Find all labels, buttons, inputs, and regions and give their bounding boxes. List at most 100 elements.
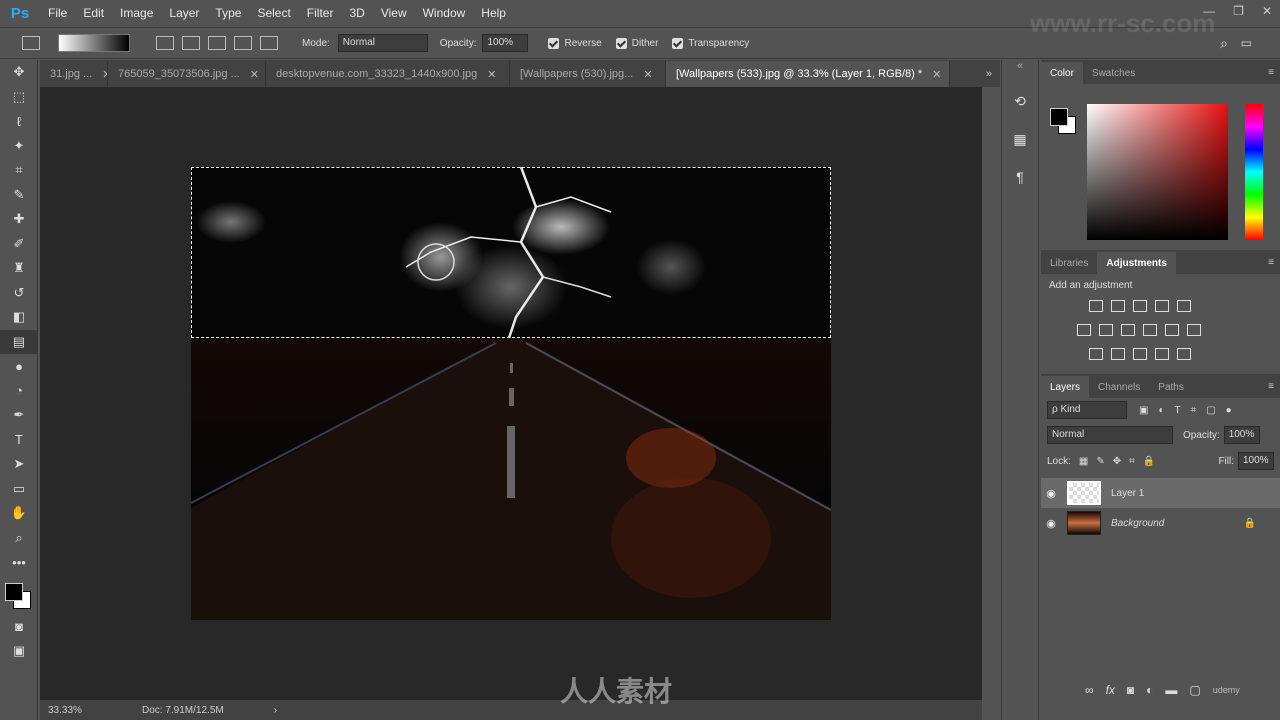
blur-tool-icon[interactable]: ● bbox=[0, 354, 38, 379]
adjustment-layer-icon[interactable]: ◐ bbox=[1146, 683, 1153, 697]
paragraph-panel-icon[interactable]: ¶ bbox=[1002, 158, 1038, 196]
doc-tab[interactable]: desktopvenue.com_33323_1440x900.jpg ✕ bbox=[266, 61, 510, 87]
tab-color[interactable]: Color bbox=[1041, 62, 1083, 84]
menu-view[interactable]: View bbox=[373, 6, 415, 20]
marquee-tool-icon[interactable]: ⬚ bbox=[0, 85, 38, 110]
photo-filter-icon[interactable] bbox=[1143, 324, 1157, 336]
panel-menu-icon[interactable]: ≡ bbox=[1268, 257, 1274, 268]
close-icon[interactable]: ✕ bbox=[643, 68, 652, 81]
transparency-checkbox[interactable]: Transparency bbox=[672, 37, 749, 49]
menu-window[interactable]: Window bbox=[415, 6, 474, 20]
selective-color-icon[interactable] bbox=[1155, 348, 1169, 360]
curves-icon[interactable] bbox=[1133, 300, 1147, 312]
tabs-overflow-icon[interactable]: » bbox=[986, 68, 992, 80]
black-white-icon[interactable] bbox=[1121, 324, 1135, 336]
properties-panel-icon[interactable]: ▦ bbox=[1002, 120, 1038, 158]
more-tools-icon[interactable]: ••• bbox=[0, 550, 38, 575]
channel-mixer-icon[interactable] bbox=[1165, 324, 1179, 336]
add-mask-icon[interactable]: ◙ bbox=[1127, 683, 1134, 697]
exposure-icon[interactable] bbox=[1155, 300, 1169, 312]
color-lookup-icon[interactable] bbox=[1187, 324, 1201, 336]
eyedropper-tool-icon[interactable]: ✎ bbox=[0, 183, 38, 208]
eraser-tool-icon[interactable]: ◧ bbox=[0, 305, 38, 330]
filter-type-icons[interactable]: ▣◐T⌗▢● bbox=[1139, 405, 1242, 416]
search-icon[interactable]: ⌕ bbox=[1220, 35, 1228, 52]
menu-file[interactable]: File bbox=[40, 6, 75, 20]
opacity-field[interactable]: 100% bbox=[482, 34, 529, 52]
mode-select[interactable]: Normal bbox=[337, 34, 428, 52]
gradient-preview[interactable] bbox=[58, 34, 130, 52]
type-tool-icon[interactable]: T bbox=[0, 428, 38, 453]
hue-slider[interactable] bbox=[1245, 104, 1263, 240]
diamond-gradient-icon[interactable] bbox=[260, 36, 278, 50]
menu-image[interactable]: Image bbox=[112, 6, 161, 20]
close-icon[interactable]: ✕ bbox=[932, 68, 941, 81]
tab-swatches[interactable]: Swatches bbox=[1083, 62, 1144, 84]
layer-name[interactable]: Layer 1 bbox=[1111, 488, 1144, 499]
tab-libraries[interactable]: Libraries bbox=[1041, 252, 1097, 274]
doc-tab-active[interactable]: [Wallpapers (533).jpg @ 33.3% (Layer 1, … bbox=[666, 61, 950, 87]
move-tool-icon[interactable]: ✥ bbox=[0, 60, 38, 85]
menu-type[interactable]: Type bbox=[207, 6, 249, 20]
canvas-area[interactable] bbox=[40, 87, 982, 700]
healing-brush-tool-icon[interactable]: ✚ bbox=[0, 207, 38, 232]
visibility-eye-icon[interactable]: ◉ bbox=[1041, 517, 1061, 530]
menu-edit[interactable]: Edit bbox=[75, 6, 112, 20]
kind-filter-select[interactable]: ρ Kind bbox=[1047, 401, 1127, 419]
workspace-icon[interactable]: ▭ bbox=[1241, 36, 1252, 50]
threshold-icon[interactable] bbox=[1133, 348, 1147, 360]
tab-adjustments[interactable]: Adjustments bbox=[1097, 252, 1176, 274]
brush-tool-icon[interactable]: ✐ bbox=[0, 232, 38, 257]
linear-gradient-icon[interactable] bbox=[156, 36, 174, 50]
invert-icon[interactable] bbox=[1089, 348, 1103, 360]
fill-field[interactable]: 100% bbox=[1238, 452, 1274, 470]
angle-gradient-icon[interactable] bbox=[208, 36, 226, 50]
restore-button[interactable]: ❐ bbox=[1233, 4, 1244, 18]
layer-name[interactable]: Background bbox=[1111, 518, 1164, 529]
menu-filter[interactable]: Filter bbox=[299, 6, 342, 20]
pen-tool-icon[interactable]: ✒ bbox=[0, 403, 38, 428]
brightness-icon[interactable] bbox=[1089, 300, 1103, 312]
dither-checkbox[interactable]: Dither bbox=[615, 37, 658, 49]
doc-tab[interactable]: [Wallpapers (530).jpg... ✕ bbox=[510, 61, 666, 87]
new-layer-icon[interactable]: ▢ bbox=[1189, 683, 1200, 697]
close-button[interactable]: ✕ bbox=[1262, 4, 1272, 18]
status-menu-arrow[interactable]: › bbox=[274, 705, 277, 716]
tab-layers[interactable]: Layers bbox=[1041, 376, 1090, 398]
layer-opacity-field[interactable]: 100% bbox=[1223, 426, 1260, 444]
lock-icons[interactable]: ▦✎✥⌗🔒 bbox=[1079, 456, 1163, 467]
group-folder-icon[interactable]: ▬ bbox=[1165, 683, 1177, 697]
minimize-button[interactable]: — bbox=[1203, 4, 1215, 18]
stamp-tool-icon[interactable]: ♜ bbox=[0, 256, 38, 281]
blend-mode-select[interactable]: Normal bbox=[1047, 426, 1173, 444]
layer-row-background[interactable]: ◉ Background 🔒 bbox=[1041, 508, 1280, 538]
gradient-map-icon[interactable] bbox=[1177, 348, 1191, 360]
magic-wand-tool-icon[interactable]: ✦ bbox=[0, 134, 38, 159]
gradient-tool-icon[interactable]: ▤ bbox=[0, 329, 38, 354]
vibrance-icon[interactable] bbox=[1177, 300, 1191, 312]
rectangle-tool-icon[interactable]: ▭ bbox=[0, 477, 38, 502]
panel-menu-icon[interactable]: ≡ bbox=[1268, 381, 1274, 392]
lasso-tool-icon[interactable]: ℓ bbox=[0, 109, 38, 134]
doc-tab[interactable]: 765059_35073506.jpg ... ✕ bbox=[108, 61, 266, 87]
link-layers-icon[interactable]: ∞ bbox=[1085, 683, 1094, 697]
tab-channels[interactable]: Channels bbox=[1089, 376, 1149, 398]
path-selection-tool-icon[interactable]: ➤ bbox=[0, 452, 38, 477]
hand-tool-icon[interactable]: ✋ bbox=[0, 501, 38, 526]
crop-tool-icon[interactable]: ⌗ bbox=[0, 158, 38, 183]
color-balance-icon[interactable] bbox=[1099, 324, 1113, 336]
dodge-tool-icon[interactable]: ◔ bbox=[0, 379, 38, 404]
document-canvas[interactable] bbox=[191, 167, 831, 620]
tab-paths[interactable]: Paths bbox=[1149, 376, 1193, 398]
reverse-checkbox[interactable]: Reverse bbox=[548, 37, 602, 49]
foreground-color-swatch[interactable] bbox=[5, 582, 23, 601]
close-icon[interactable]: ✕ bbox=[250, 68, 259, 81]
reflected-gradient-icon[interactable] bbox=[234, 36, 252, 50]
screen-mode-icon[interactable]: ▣ bbox=[0, 639, 38, 664]
zoom-readout[interactable]: 33.33% bbox=[48, 705, 128, 716]
hue-saturation-icon[interactable] bbox=[1077, 324, 1091, 336]
history-panel-icon[interactable]: ⟲ bbox=[1002, 82, 1038, 120]
history-brush-tool-icon[interactable]: ↺ bbox=[0, 281, 38, 306]
menu-select[interactable]: Select bbox=[249, 6, 298, 20]
posterize-icon[interactable] bbox=[1111, 348, 1125, 360]
